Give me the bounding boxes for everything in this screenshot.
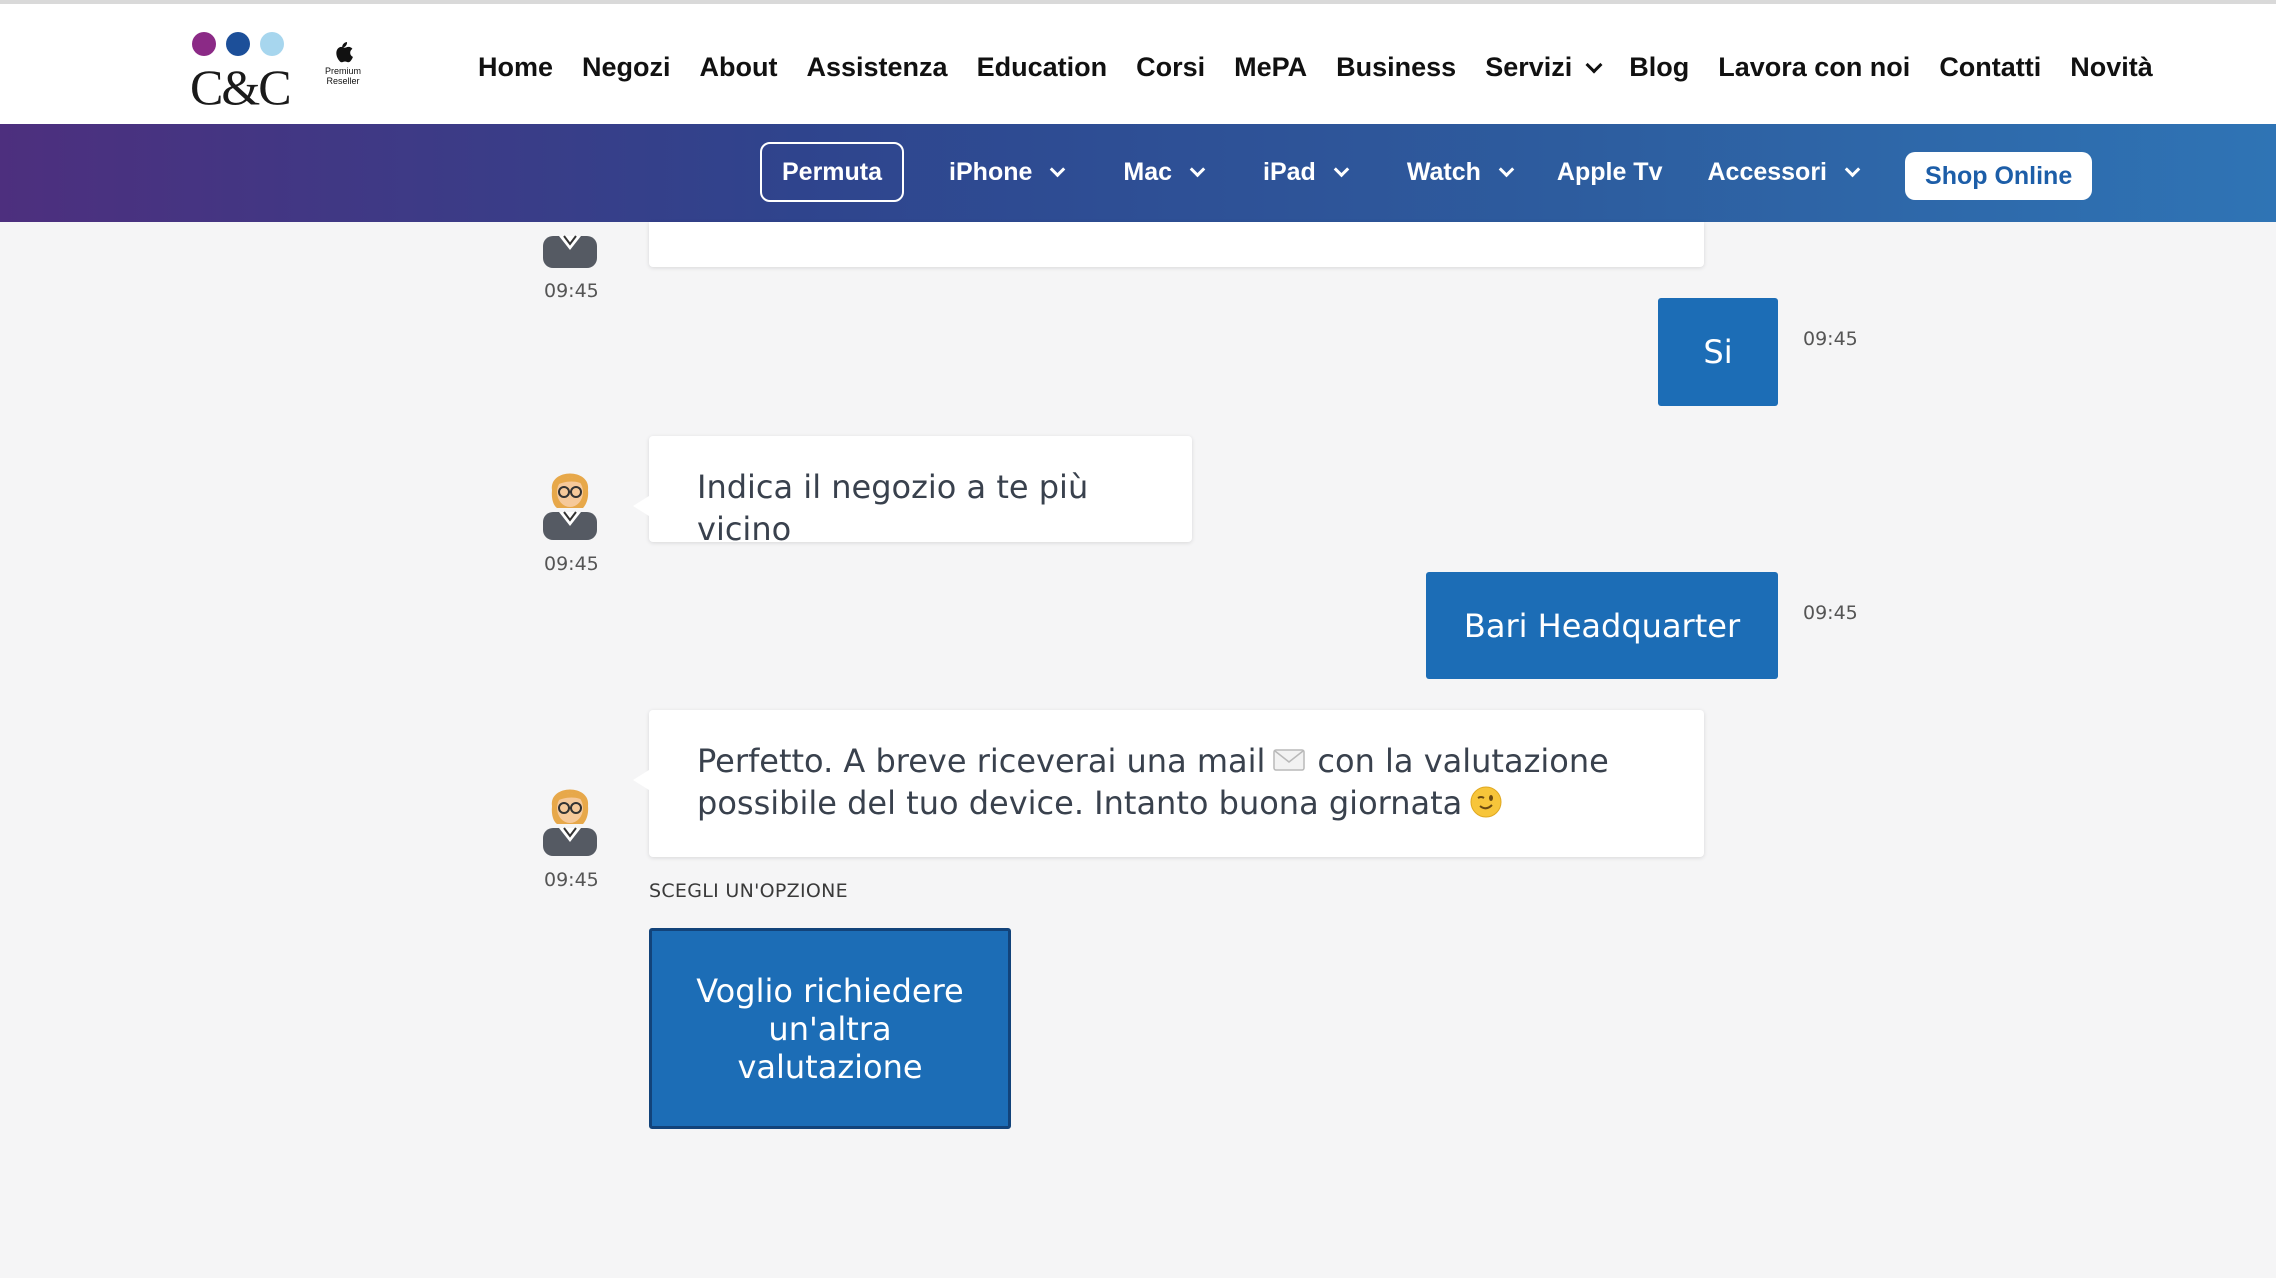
request-new-valuation-label: Voglio richiedere un'altra valutazione [696, 971, 964, 1086]
nav-negozi[interactable]: Negozi [582, 52, 671, 83]
cc-logo[interactable]: C&C [190, 30, 292, 115]
request-new-valuation-button[interactable]: Voglio richiedere un'altra valutazione [649, 928, 1011, 1129]
nav-contatti[interactable]: Contatti [1939, 52, 2041, 83]
nav-education[interactable]: Education [977, 52, 1108, 83]
message-time: 09:45 [544, 553, 599, 575]
assistant-avatar [543, 789, 597, 856]
bot-message-final-text-a: Perfetto. A breve riceverai una mail [697, 742, 1266, 780]
chevron-down-icon [1333, 161, 1350, 177]
subnav-ipad-label: iPad [1263, 157, 1316, 186]
shop-online-button[interactable]: Shop Online [1905, 152, 2093, 200]
nav-home[interactable]: Home [478, 52, 553, 83]
subnav-mac[interactable]: Mac [1123, 157, 1206, 187]
nav-business[interactable]: Business [1336, 52, 1456, 83]
message-time: 09:45 [544, 280, 599, 302]
nav-corsi[interactable]: Corsi [1136, 52, 1205, 83]
nav-mepa[interactable]: MePA [1234, 52, 1307, 83]
product-nav-band: Permuta iPhone Mac iPad Watch Apple Tv A… [0, 124, 2276, 222]
apple-icon [336, 42, 353, 63]
bot-message-partial [649, 222, 1704, 267]
nav-servizi-dropdown[interactable]: Servizi [1485, 52, 1603, 83]
message-time: 09:45 [1803, 328, 1858, 350]
bot-message-negozio-text: Indica il negozio a te più vicino [697, 468, 1089, 548]
bot-message-final: Perfetto. A breve riceverai una mail con… [633, 710, 1704, 857]
subnav-iphone-label: iPhone [949, 157, 1033, 186]
options-label: SCEGLI UN'OPZIONE [649, 880, 848, 902]
assistant-avatar [543, 473, 597, 540]
main-nav: Home Negozi About Assistenza Education C… [478, 52, 2153, 83]
product-nav: Permuta iPhone Mac iPad Watch Apple Tv A… [760, 142, 2093, 202]
logo-dot-lightblue [260, 32, 284, 56]
nav-servizi-label: Servizi [1485, 52, 1573, 82]
bot-message-final-text-c: possibile del tuo device. Intanto buona … [697, 784, 1463, 822]
bot-message-final-text-b: con la valutazione [1317, 742, 1609, 780]
subnav-apple-tv[interactable]: Apple Tv [1557, 158, 1663, 187]
subnav-ipad[interactable]: iPad [1263, 157, 1350, 187]
subnav-watch[interactable]: Watch [1406, 157, 1515, 187]
subnav-iphone[interactable]: iPhone [949, 157, 1066, 187]
apple-premium-reseller-badge: Premium Reseller [318, 40, 368, 86]
subnav-accessori-label: Accessori [1707, 157, 1828, 186]
wink-emoji-icon [1470, 786, 1502, 818]
chevron-down-icon [1189, 161, 1206, 177]
nav-assistenza[interactable]: Assistenza [807, 52, 948, 83]
chevron-down-icon [1844, 161, 1861, 177]
envelope-icon [1273, 749, 1306, 771]
user-message-si: Si [1658, 298, 1778, 406]
logo-dot-blue [226, 32, 250, 56]
nav-blog[interactable]: Blog [1629, 52, 1689, 83]
subnav-watch-label: Watch [1406, 157, 1481, 186]
permuta-button[interactable]: Permuta [760, 142, 905, 202]
chevron-down-icon [1585, 56, 1603, 73]
subnav-accessori[interactable]: Accessori [1707, 157, 1861, 187]
chevron-down-icon [1498, 161, 1515, 177]
chevron-down-icon [1050, 161, 1066, 177]
assistant-avatar [543, 235, 597, 268]
nav-lavora-con-noi[interactable]: Lavora con noi [1718, 52, 1910, 83]
logo-text: C&C [190, 59, 292, 115]
site-header: C&C Premium Reseller Home Negozi About A… [0, 4, 2276, 124]
nav-about[interactable]: About [700, 52, 778, 83]
user-message-store: Bari Headquarter [1426, 572, 1778, 679]
apple-badge-text: Premium Reseller [324, 66, 361, 86]
message-time: 09:45 [1803, 602, 1858, 624]
nav-novita[interactable]: Novità [2070, 52, 2153, 83]
subnav-mac-label: Mac [1123, 157, 1173, 186]
message-time: 09:45 [544, 869, 599, 891]
logo-dot-purple [192, 32, 216, 56]
bot-message-negozio: Indica il negozio a te più vicino [633, 436, 1192, 548]
